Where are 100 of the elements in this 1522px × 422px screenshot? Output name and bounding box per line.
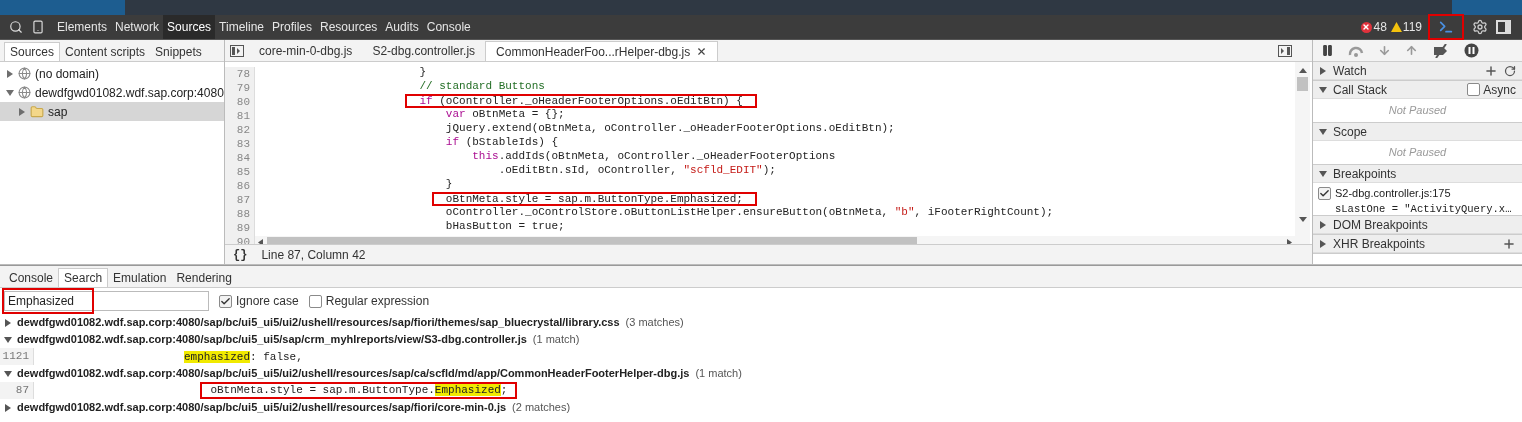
navigator-tab[interactable]: Snippets	[150, 42, 207, 61]
navigator-tab[interactable]: Sources	[4, 42, 61, 61]
sidebar-toggle-icon[interactable]	[230, 45, 244, 57]
checkbox[interactable]	[308, 294, 322, 308]
line-number: 87	[0, 382, 34, 399]
result-file-path[interactable]: dewdfgwd01082.wdf.sap.corp:4080/sap/bc/ui5_ui5/ui2/ushell/resources/sap/fiori/themes/sap_bluecrystal/library.css	[17, 314, 620, 331]
section-header[interactable]: Watch	[1313, 62, 1522, 80]
vertical-scrollbar[interactable]	[1295, 62, 1310, 244]
line-number: 82	[225, 123, 255, 137]
section-header[interactable]: Breakpoints	[1313, 165, 1522, 183]
file-tab[interactable]: CommonHeaderFoo...rHelper-dbg.js	[485, 41, 719, 61]
warning-count[interactable]: 119	[1402, 18, 1422, 36]
error-count[interactable]: 48	[1373, 18, 1387, 36]
panel-tab[interactable]: Audits	[381, 15, 423, 39]
code-line: var oBtnMeta = {};	[445, 107, 565, 122]
expanded-triangle-icon[interactable]	[4, 369, 12, 378]
collapsed-triangle-icon[interactable]	[4, 403, 12, 412]
panel-tab[interactable]: Timeline	[215, 15, 268, 39]
match-count: (1 match)	[532, 332, 580, 348]
match-count: (1 match)	[695, 366, 742, 382]
panel-tab[interactable]: Console	[422, 15, 475, 39]
collapsed-triangle-icon[interactable]	[1319, 239, 1327, 248]
scroll-left-icon[interactable]	[258, 238, 263, 244]
navigator-tab[interactable]: Content scripts	[60, 42, 151, 61]
tree-item[interactable]: (no domain)	[0, 64, 224, 83]
collapsed-triangle-icon[interactable]	[1319, 66, 1327, 75]
panel-tab[interactable]: Elements	[53, 15, 112, 39]
scroll-down-icon[interactable]	[1298, 217, 1307, 222]
line-number: 87	[225, 193, 255, 207]
option-label: Ignore case	[236, 293, 299, 310]
pause-on-exceptions-icon[interactable]	[1464, 43, 1479, 58]
expanded-triangle-icon[interactable]	[4, 335, 12, 344]
section-header[interactable]: Call Stack Async	[1313, 81, 1522, 99]
panel-tab[interactable]: Sources	[163, 15, 216, 39]
result-file-path[interactable]: dewdfgwd01082.wdf.sap.corp:4080/sap/bc/ui5_ui5/ui2/ushell/resources/sap/fiori/core-min-0.js	[17, 399, 507, 416]
breakpoint-file[interactable]: S2-dbg.controller.js:175	[1335, 185, 1451, 202]
line-number: 88	[225, 207, 255, 221]
scroll-up-icon[interactable]	[1298, 68, 1307, 73]
file-tab[interactable]: S2-dbg.controller.js	[362, 41, 486, 61]
expanded-triangle-icon[interactable]	[6, 88, 14, 97]
option-label: Regular expression	[325, 293, 430, 310]
collapsed-triangle-icon[interactable]	[1319, 220, 1327, 229]
close-icon[interactable]	[696, 46, 708, 57]
add-icon[interactable]	[1502, 236, 1516, 251]
panel-tab[interactable]: Profiles	[268, 15, 316, 39]
panel-tab[interactable]: Resources	[316, 15, 382, 39]
search-field[interactable]: Emphasized	[5, 292, 208, 310]
scrollbar-thumb[interactable]	[267, 237, 917, 244]
checkbox[interactable]	[1467, 83, 1481, 96]
result-file-path[interactable]: dewdfgwd01082.wdf.sap.corp:4080/sap/bc/ui5_ui5/sap/crm_myhlreports/view/S3-dbg.controller.js	[17, 331, 527, 348]
scroll-right-icon[interactable]	[1287, 238, 1292, 244]
section-header[interactable]: Scope	[1313, 123, 1522, 141]
checkbox[interactable]	[1318, 186, 1331, 200]
dock-icon[interactable]	[1496, 20, 1512, 34]
warning-icon	[1390, 22, 1402, 32]
drawer-tab[interactable]: Search	[58, 268, 109, 287]
pretty-print-button[interactable]: {}	[233, 245, 248, 264]
match-count: (2 matches)	[512, 400, 571, 416]
code-line: // standard Buttons	[419, 79, 545, 94]
result-file-path[interactable]: dewdfgwd01082.wdf.sap.corp:4080/sap/bc/ui5_ui5/ui2/ushell/resources/sap/ca/scfld/md/app/CommonHeaderFooterHelper-dbg.js	[17, 365, 690, 382]
collapsed-triangle-icon[interactable]	[6, 69, 14, 78]
tree-item[interactable]: sap	[0, 102, 224, 121]
section-header[interactable]: DOM Breakpoints	[1313, 216, 1522, 234]
file-tab[interactable]: core-min-0-dbg.js	[249, 41, 363, 61]
add-icon[interactable]	[1484, 63, 1498, 78]
drawer-toggle[interactable]	[1428, 14, 1464, 40]
code-line: bHasButton = true;	[445, 219, 565, 234]
line-number: 81	[225, 109, 255, 123]
code-line: if (bStableIds) {	[445, 135, 559, 150]
drawer-tab[interactable]: Emulation	[108, 268, 172, 287]
phone-icon[interactable]	[31, 20, 45, 34]
not-paused-message: Not Paused	[1388, 145, 1447, 161]
debugger-toggle-icon[interactable]	[1278, 45, 1292, 57]
match-count: (3 matches)	[625, 315, 684, 331]
collapsed-triangle-icon[interactable]	[4, 318, 12, 327]
collapsed-triangle-icon[interactable]	[18, 107, 26, 116]
settings-icon[interactable]	[1472, 19, 1488, 35]
drawer-tab[interactable]: Rendering	[171, 268, 237, 287]
expanded-triangle-icon[interactable]	[1319, 85, 1327, 94]
line-number: 86	[225, 179, 255, 193]
line-number: 89	[225, 221, 255, 235]
code-line: jQuery.extend(oBtnMeta, oController._oHeaderFooterOptions.oEditBtn);	[445, 121, 895, 136]
step-into-icon[interactable]	[1378, 44, 1391, 57]
section-header[interactable]: XHR Breakpoints	[1313, 235, 1522, 253]
async-label: Async	[1483, 81, 1516, 99]
step-out-icon[interactable]	[1405, 44, 1418, 57]
deactivate-breakpoints-icon[interactable]	[1432, 43, 1450, 58]
checkbox[interactable]	[219, 294, 232, 308]
line-number: 79	[225, 81, 255, 95]
scrollbar-thumb[interactable]	[1297, 77, 1308, 91]
expanded-triangle-icon[interactable]	[1319, 169, 1327, 178]
tree-item[interactable]: dewdfgwd01082.wdf.sap.corp:4080	[0, 83, 224, 102]
search-icon[interactable]	[9, 20, 23, 34]
drawer-tab[interactable]: Console	[4, 268, 59, 287]
panel-tab[interactable]: Network	[111, 15, 164, 39]
step-over-icon[interactable]	[1348, 44, 1364, 57]
pause-icon[interactable]	[1321, 44, 1334, 57]
error-icon	[1362, 23, 1370, 31]
refresh-icon[interactable]	[1504, 64, 1516, 77]
expanded-triangle-icon[interactable]	[1319, 127, 1327, 136]
